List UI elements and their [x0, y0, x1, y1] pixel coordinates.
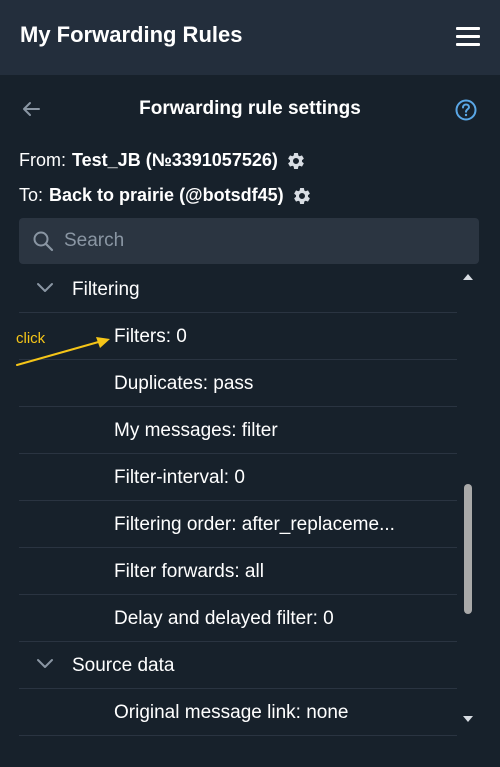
- scrollbar-thumb[interactable]: [464, 484, 472, 614]
- item-label: Filters: 0: [114, 326, 187, 347]
- search-icon: [33, 231, 54, 252]
- list-item-filter-forwards[interactable]: Filter forwards: all: [19, 548, 457, 595]
- chevron-down-icon: [37, 283, 53, 292]
- to-line: To: Back to prairie (@botsdf45): [19, 185, 312, 206]
- chevron-down-icon: [37, 659, 53, 668]
- list-item-filtering-order[interactable]: Filtering order: after_replaceme...: [19, 501, 457, 548]
- section-filtering[interactable]: Filtering: [19, 266, 457, 313]
- from-value: Test_JB (№3391057526): [72, 150, 278, 170]
- menu-button[interactable]: [456, 27, 480, 47]
- from-label: From:: [19, 150, 66, 170]
- to-label: To:: [19, 185, 44, 205]
- search-box[interactable]: Search: [19, 218, 479, 264]
- from-line: From: Test_JB (№3391057526): [19, 150, 306, 171]
- item-label: Original message link: none: [114, 702, 349, 723]
- scroll-down-arrow-icon[interactable]: [461, 712, 475, 726]
- section-source-data[interactable]: Source data: [19, 642, 457, 689]
- item-label: Filtering order: after_replaceme...: [114, 514, 395, 535]
- top-bar: My Forwarding Rules: [0, 0, 500, 75]
- scroll-up-arrow-icon[interactable]: [461, 270, 475, 284]
- scrollbar[interactable]: [461, 270, 475, 730]
- app-title: My Forwarding Rules: [20, 22, 243, 47]
- gear-icon[interactable]: [286, 151, 306, 171]
- list-item-delay[interactable]: Delay and delayed filter: 0: [19, 595, 457, 642]
- item-label: Delay and delayed filter: 0: [114, 608, 334, 629]
- search-input[interactable]: Search: [64, 230, 124, 252]
- list-item-filter-interval[interactable]: Filter-interval: 0: [19, 454, 457, 501]
- annotation-arrow-icon: [16, 337, 110, 366]
- item-label: Filter-interval: 0: [114, 467, 245, 488]
- list-item-my-messages[interactable]: My messages: filter: [19, 407, 457, 454]
- gear-icon[interactable]: [292, 186, 312, 206]
- list-item-original-message-link[interactable]: Original message link: none: [19, 689, 457, 736]
- question-circle-icon: [455, 99, 477, 121]
- item-label: Filter forwards: all: [114, 561, 264, 582]
- item-label: Duplicates: pass: [114, 373, 254, 394]
- help-button[interactable]: [455, 99, 477, 121]
- item-label: My messages: filter: [114, 420, 278, 441]
- to-value: Back to prairie (@botsdf45): [49, 185, 284, 205]
- hamburger-icon: [456, 27, 480, 46]
- section-label: Source data: [72, 655, 175, 676]
- section-label: Filtering: [72, 279, 140, 300]
- page-title: Forwarding rule settings: [139, 98, 361, 119]
